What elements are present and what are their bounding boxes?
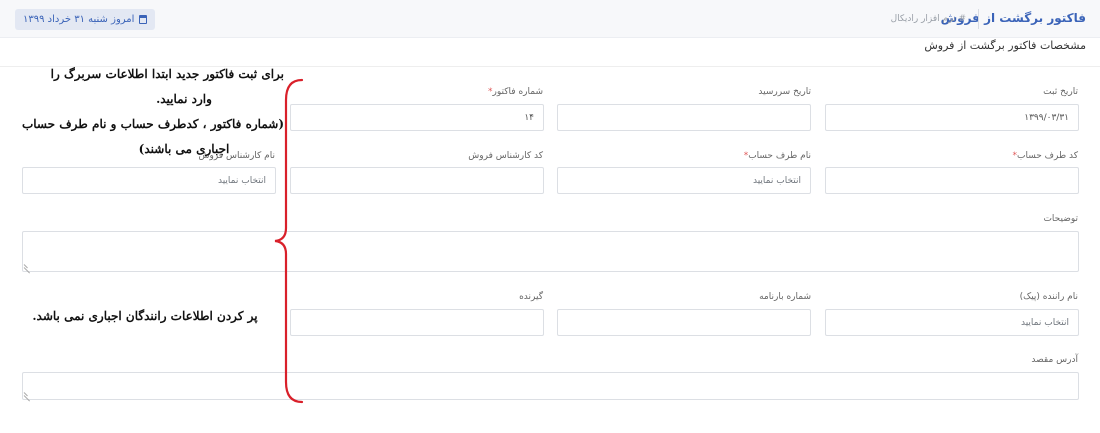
due-date-label: تاریخ سررسید — [758, 87, 811, 97]
breadcrumb: # نرم افزار رادیکال — [890, 14, 966, 24]
annotation-line: وارد نمایید. — [156, 92, 212, 106]
title-divider — [978, 9, 979, 29]
reg-date-input[interactable]: ۱۳۹۹/۰۳/۳۱ — [825, 104, 1079, 131]
description-textarea[interactable] — [22, 231, 1079, 272]
annotation-brace — [274, 78, 304, 404]
top-bar: فاکتور برگشت از فروش # نرم افزار رادیکال… — [0, 0, 1100, 38]
account-code-label-text: کد طرف حساب — [1017, 151, 1078, 161]
annotation-line: برای ثبت فاکتور جدید ابتدا اطلاعات سربرگ… — [50, 67, 284, 81]
today-date-button[interactable]: امروز شنبه ۳۱ خرداد ۱۳۹۹ — [15, 9, 156, 30]
receiver-input[interactable] — [290, 309, 544, 336]
annotation-line: (شماره فاکتور ، کدطرف حساب و نام طرف حسا… — [21, 117, 284, 131]
driver-name-label: نام راننده (پیک) — [1019, 292, 1078, 302]
sales-expert-code-input[interactable] — [290, 167, 544, 194]
destination-textarea[interactable] — [22, 372, 1079, 400]
account-name-label-text: نام طرف حساب — [748, 151, 811, 161]
invoice-number-input[interactable]: ۱۴ — [290, 104, 544, 131]
receiver-label: گیرنده — [519, 292, 543, 302]
resize-handle-icon[interactable] — [24, 391, 31, 398]
destination-label: آدرس مقصد — [1031, 355, 1078, 365]
annotation-header-note: برای ثبت فاکتور جدید ابتدا اطلاعات سربرگ… — [21, 62, 284, 162]
invoice-number-label: شماره فاکتور* — [488, 87, 543, 97]
reg-date-label: تاریخ ثبت — [1043, 87, 1078, 97]
waybill-number-label: شماره بارنامه — [759, 292, 811, 302]
calendar-icon — [139, 15, 148, 24]
account-code-input[interactable] — [825, 167, 1079, 194]
driver-name-select[interactable]: انتخاب نمایید — [825, 309, 1079, 336]
due-date-input[interactable] — [557, 104, 811, 131]
account-code-label: کد طرف حساب* — [1013, 151, 1079, 161]
sales-expert-name-select[interactable]: انتخاب نمایید — [22, 167, 276, 194]
today-date-label: امروز شنبه ۳۱ خرداد ۱۳۹۹ — [23, 14, 135, 25]
account-name-label: نام طرف حساب* — [744, 151, 811, 161]
resize-handle-icon[interactable] — [24, 263, 31, 270]
invoice-number-label-text: شماره فاکتور — [492, 87, 543, 97]
annotation-driver-note: پر کردن اطلاعات رانندگان اجباری نمی باشد… — [32, 309, 258, 323]
account-name-select[interactable]: انتخاب نمایید — [557, 167, 811, 194]
sales-expert-code-label: کد کارشناس فروش — [468, 151, 543, 161]
description-label: توضیحات — [1043, 214, 1078, 224]
annotation-line: اجباری می باشند) — [138, 142, 230, 156]
waybill-number-input[interactable] — [557, 309, 811, 336]
section-title: مشخصات فاکتور برگشت از فروش — [924, 39, 1086, 52]
